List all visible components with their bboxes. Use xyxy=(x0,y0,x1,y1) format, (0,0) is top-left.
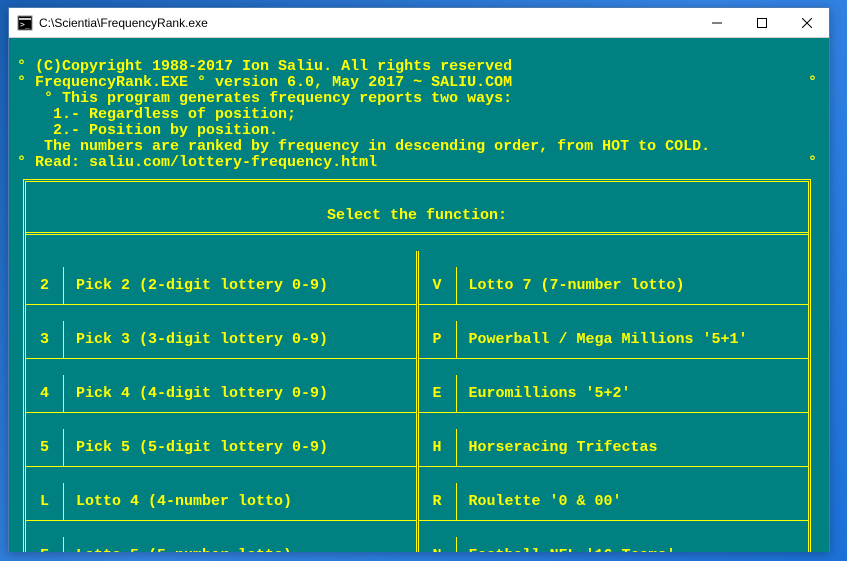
program-line: FrequencyRank.EXE ° version 6.0, May 201… xyxy=(35,74,512,91)
opt1: 1.- Regardless of position; xyxy=(53,106,296,123)
menu-label: Football NFL '16 Teams' xyxy=(457,548,809,553)
menu-item-4[interactable]: 4Pick 4 (4-digit lottery 0-9) xyxy=(26,375,416,413)
desc2: The numbers are ranked by frequency in d… xyxy=(44,138,710,155)
menu-key: H xyxy=(419,429,457,466)
menu-body: 2Pick 2 (2-digit lottery 0-9) 3Pick 3 (3… xyxy=(26,251,808,552)
svg-text:>_: >_ xyxy=(20,20,30,29)
menu-col-left: 2Pick 2 (2-digit lottery 0-9) 3Pick 3 (3… xyxy=(26,251,419,552)
menu-label: Powerball / Mega Millions '5+1' xyxy=(457,332,809,348)
menu-item-L[interactable]: LLotto 4 (4-number lotto) xyxy=(26,483,416,521)
menu-key: L xyxy=(26,483,64,520)
menu-label: Horseracing Trifectas xyxy=(457,440,809,456)
menu-label: Lotto 5 (5-number lotto) xyxy=(64,548,416,553)
menu-key: 2 xyxy=(26,267,64,304)
menu-item-N[interactable]: NFootball NFL '16 Teams' xyxy=(419,537,809,552)
menu-col-right: VLotto 7 (7-number lotto) PPowerball / M… xyxy=(419,251,809,552)
menu-item-H[interactable]: HHorseracing Trifectas xyxy=(419,429,809,467)
close-button[interactable] xyxy=(784,8,829,37)
app-window: >_ C:\Scientia\FrequencyRank.exe ° (C)Co… xyxy=(8,7,830,552)
menu-key: R xyxy=(419,483,457,520)
menu-item-P[interactable]: PPowerball / Mega Millions '5+1' xyxy=(419,321,809,359)
menu-label: Lotto 4 (4-number lotto) xyxy=(64,494,416,510)
menu-item-2[interactable]: 2Pick 2 (2-digit lottery 0-9) xyxy=(26,267,416,305)
menu-key: V xyxy=(419,267,457,304)
menu-key: F xyxy=(26,537,64,552)
copyright-text: (C)Copyright 1988-2017 Ion Saliu. All ri… xyxy=(35,58,512,75)
desc1: This program generates frequency reports… xyxy=(62,90,512,107)
menu-title: Select the function: xyxy=(26,198,808,235)
menu-label: Pick 5 (5-digit lottery 0-9) xyxy=(64,440,416,456)
opt2: 2.- Position by position. xyxy=(53,122,278,139)
menu-item-F[interactable]: FLotto 5 (5-number lotto) xyxy=(26,537,416,552)
titlebar[interactable]: >_ C:\Scientia\FrequencyRank.exe xyxy=(9,8,829,38)
menu-label: Lotto 7 (7-number lotto) xyxy=(457,278,809,294)
menu-key: 4 xyxy=(26,375,64,412)
menu-label: Pick 3 (3-digit lottery 0-9) xyxy=(64,332,416,348)
menu-key: N xyxy=(419,537,457,552)
menu-label: Pick 4 (4-digit lottery 0-9) xyxy=(64,386,416,402)
menu-item-3[interactable]: 3Pick 3 (3-digit lottery 0-9) xyxy=(26,321,416,359)
menu-box: Select the function: 2Pick 2 (2-digit lo… xyxy=(23,179,811,552)
menu-key: 5 xyxy=(26,429,64,466)
menu-item-V[interactable]: VLotto 7 (7-number lotto) xyxy=(419,267,809,305)
terminal-content: ° (C)Copyright 1988-2017 Ion Saliu. All … xyxy=(9,38,829,552)
menu-item-E[interactable]: EEuromillions '5+2' xyxy=(419,375,809,413)
menu-label: Euromillions '5+2' xyxy=(457,386,809,402)
menu-key: E xyxy=(419,375,457,412)
terminal[interactable]: ° (C)Copyright 1988-2017 Ion Saliu. All … xyxy=(9,38,829,552)
menu-label: Pick 2 (2-digit lottery 0-9) xyxy=(64,278,416,294)
menu-key: 3 xyxy=(26,321,64,358)
app-icon: >_ xyxy=(17,15,33,31)
minimize-button[interactable] xyxy=(694,8,739,37)
maximize-button[interactable] xyxy=(739,8,784,37)
read-line: Read: saliu.com/lottery-frequency.html xyxy=(35,154,377,171)
menu-item-5[interactable]: 5Pick 5 (5-digit lottery 0-9) xyxy=(26,429,416,467)
menu-label: Roulette '0 & 00' xyxy=(457,494,809,510)
menu-key: P xyxy=(419,321,457,358)
window-title: C:\Scientia\FrequencyRank.exe xyxy=(39,16,694,30)
menu-item-R[interactable]: RRoulette '0 & 00' xyxy=(419,483,809,521)
